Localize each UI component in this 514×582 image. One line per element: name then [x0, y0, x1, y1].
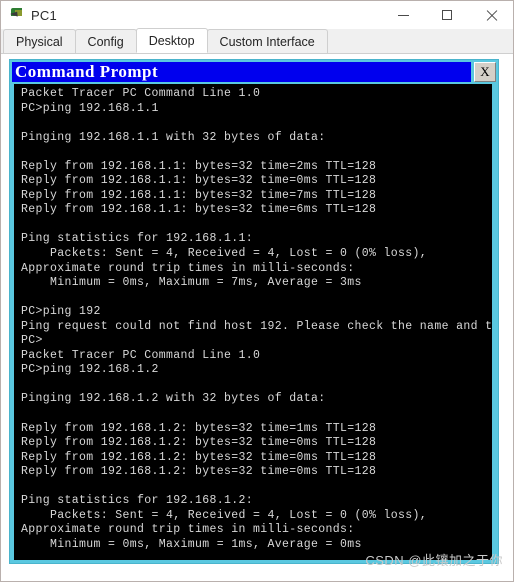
terminal-line: PC>ping 192.168.1.1 [21, 101, 159, 115]
terminal-line: PC> [21, 334, 43, 348]
window-title: PC1 [31, 7, 57, 23]
terminal-line: Reply from 192.168.1.2: bytes=32 time=0m… [21, 465, 377, 479]
terminal-line: Approximate round trip times in milli-se… [21, 523, 355, 537]
command-prompt-titlebar: Command Prompt X [10, 60, 498, 82]
terminal-line: Minimum = 0ms, Maximum = 7ms, Average = … [21, 276, 362, 290]
command-prompt-close-button[interactable]: X [474, 62, 496, 82]
maximize-icon[interactable] [425, 1, 469, 29]
minimize-icon[interactable] [381, 1, 425, 29]
terminal-line: Reply from 192.168.1.1: bytes=32 time=2m… [21, 159, 377, 173]
terminal-line: Packets: Sent = 4, Received = 4, Lost = … [21, 247, 428, 261]
command-prompt-body[interactable]: Packet Tracer PC Command Line 1.0 PC>ping… [14, 84, 492, 560]
terminal-line: Pinging 192.168.1.1 with 32 bytes of dat… [21, 130, 326, 144]
pc-device-icon [9, 7, 25, 23]
tab-physical[interactable]: Physical [3, 29, 76, 53]
window-titlebar: PC1 [1, 1, 513, 29]
tab-desktop[interactable]: Desktop [135, 28, 208, 53]
terminal-line: Ping statistics for 192.168.1.2: [21, 494, 254, 508]
terminal-line: Packet Tracer PC Command Line 1.0 [21, 348, 261, 362]
tab-custom-interface[interactable]: Custom Interface [206, 29, 328, 53]
terminal-line: Reply from 192.168.1.1: bytes=32 time=0m… [21, 174, 377, 188]
terminal-line: Ping request could not find host 192. Pl… [21, 319, 492, 333]
terminal-line: Reply from 192.168.1.2: bytes=32 time=1m… [21, 421, 377, 435]
close-icon[interactable] [469, 1, 513, 29]
terminal-output: Packet Tracer PC Command Line 1.0 PC>ping… [14, 84, 492, 560]
terminal-line: Reply from 192.168.1.1: bytes=32 time=7m… [21, 188, 377, 202]
terminal-line: Reply from 192.168.1.2: bytes=32 time=0m… [21, 436, 377, 450]
command-prompt-window: Command Prompt X Packet Tracer PC Comman… [9, 59, 499, 564]
terminal-line: Pinging 192.168.1.2 with 32 bytes of dat… [21, 392, 326, 406]
terminal-line: Minimum = 0ms, Maximum = 1ms, Average = … [21, 537, 362, 551]
terminal-line: Reply from 192.168.1.2: bytes=32 time=0m… [21, 450, 377, 464]
tab-config[interactable]: Config [74, 29, 137, 53]
terminal-line: Packets: Sent = 4, Received = 4, Lost = … [21, 508, 428, 522]
window-controls [381, 1, 513, 29]
pc-device-window: PC1 Physical Config Desktop Custom Inter… [0, 0, 514, 582]
command-prompt-title: Command Prompt [12, 62, 471, 82]
terminal-line: Approximate round trip times in milli-se… [21, 261, 355, 275]
terminal-line: Packet Tracer PC Command Line 1.0 [21, 87, 261, 100]
terminal-line: PC>ping 192.168.1.2 [21, 363, 159, 377]
terminal-line: Ping statistics for 192.168.1.1: [21, 232, 254, 246]
terminal-line: Reply from 192.168.1.1: bytes=32 time=6m… [21, 203, 377, 217]
terminal-line: PC>ping 192 [21, 305, 101, 319]
desktop-panel: Command Prompt X Packet Tracer PC Comman… [1, 54, 513, 581]
tab-bar: Physical Config Desktop Custom Interface [1, 28, 513, 54]
